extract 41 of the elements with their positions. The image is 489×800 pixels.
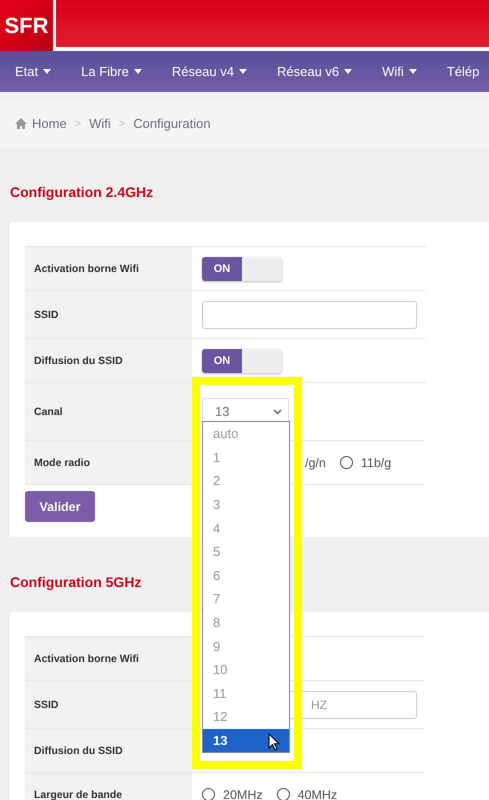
dropdown-option[interactable]: 13: [203, 728, 289, 752]
radio-label: 11b/g: [360, 456, 392, 470]
field-label: Canal: [25, 383, 192, 440]
nav-item[interactable]: Télép: [446, 64, 480, 79]
caret-icon: [344, 69, 352, 74]
ssid-field[interactable]: [202, 300, 417, 328]
field-label: Diffusion du SSID: [25, 729, 192, 772]
section-title: Configuration 2.4GHz: [10, 184, 154, 200]
radio-label: 20MHz: [223, 788, 263, 800]
radio-label: /g/n: [305, 456, 326, 470]
field-label: SSID: [25, 681, 192, 728]
field-label: Diffusion du SSID: [25, 339, 192, 382]
field-label: Activation borne Wifi: [25, 247, 192, 290]
section-title: Configuration 5GHz: [10, 574, 142, 590]
cursor-icon: [268, 732, 280, 751]
field-label: Activation borne Wifi: [25, 637, 192, 680]
breadcrumb-separator: >: [74, 118, 82, 130]
nav-item[interactable]: Etat: [15, 64, 52, 79]
radio-button[interactable]: [276, 788, 290, 800]
field-label: Largeur de bande: [25, 773, 192, 800]
home-icon: [15, 118, 27, 129]
caret-icon: [408, 69, 417, 74]
radio-label: 40MHz: [298, 788, 338, 800]
breadcrumb-link[interactable]: Wifi: [89, 116, 111, 131]
nav-item[interactable]: La Fibre: [81, 64, 142, 79]
breadcrumb-link[interactable]: Home: [15, 116, 67, 131]
validate-button[interactable]: Valider: [25, 491, 95, 522]
radio-button[interactable]: [202, 788, 215, 800]
caret-icon: [238, 69, 247, 74]
caret-icon: [43, 69, 52, 74]
nav-item[interactable]: Réseau v4: [172, 64, 247, 79]
chevron-icon: [273, 408, 282, 414]
caret-icon: [134, 69, 142, 74]
logo[interactable]: SFR: [0, 0, 56, 51]
nav-item[interactable]: Wifi: [382, 64, 417, 79]
breadcrumb-link[interactable]: Configuration: [133, 116, 211, 131]
breadcrumb-separator: >: [118, 118, 126, 130]
radio-button[interactable]: [340, 456, 353, 469]
nav-item[interactable]: Réseau v6: [276, 64, 352, 79]
field-label: SSID: [25, 291, 192, 338]
field-label: Mode radio: [25, 441, 192, 484]
